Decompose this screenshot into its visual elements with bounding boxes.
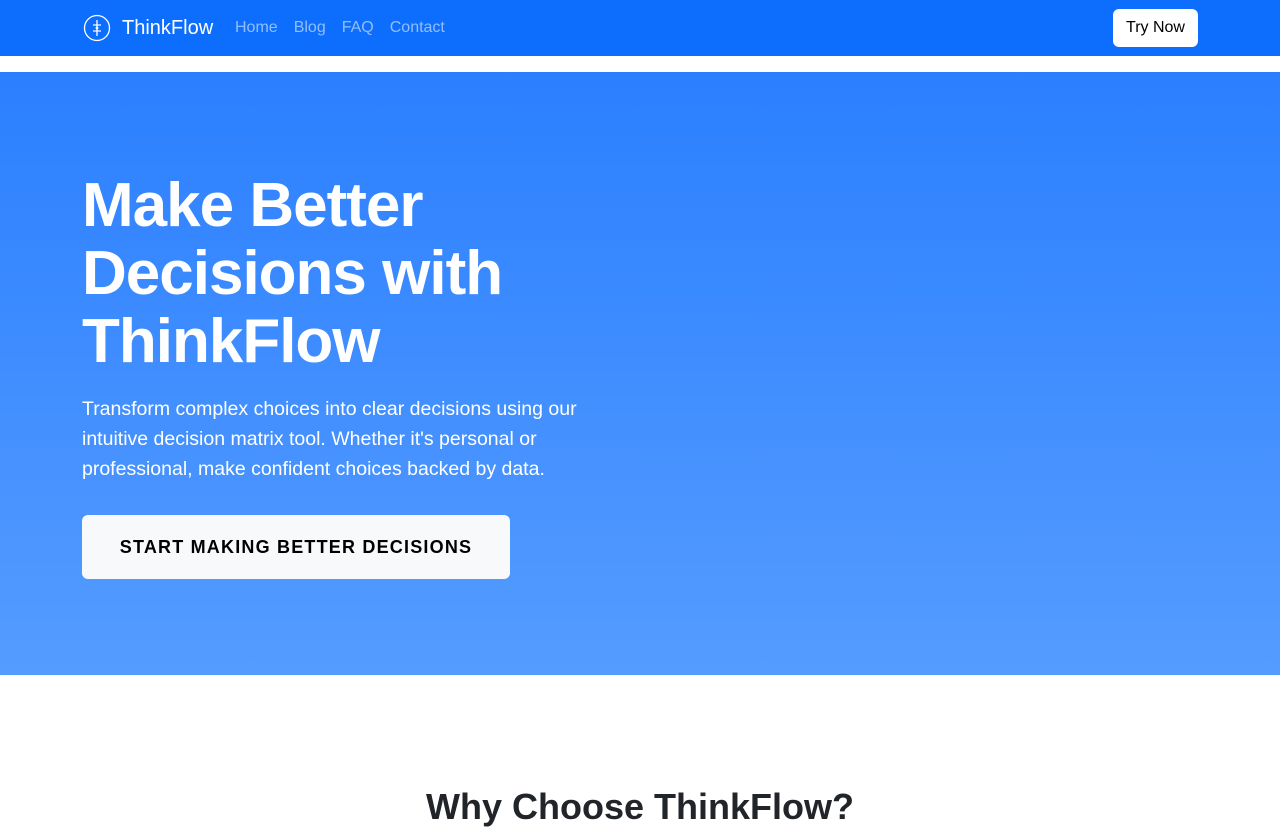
nav-link-faq[interactable]: FAQ: [342, 19, 374, 36]
nav-link-home[interactable]: Home: [235, 19, 278, 36]
start-deciding-button[interactable]: START MAKING BETTER DECISIONS: [82, 515, 510, 579]
brand-link[interactable]: ThinkFlow: [82, 13, 213, 43]
nav-link-blog[interactable]: Blog: [294, 19, 326, 36]
try-now-button[interactable]: Try Now: [1113, 9, 1198, 47]
compass-icon: [83, 14, 111, 42]
features-title: Why Choose ThinkFlow?: [426, 786, 854, 827]
hero-title: Make Better Decisions with ThinkFlow: [82, 171, 503, 376]
hero-description: Transform complex choices into clear dec…: [82, 398, 577, 480]
navbar: ThinkFlow Home Blog FAQ Contact Try Now: [0, 0, 1280, 56]
nav-link-contact[interactable]: Contact: [390, 19, 445, 36]
nav-links: Home Blog FAQ Contact: [235, 18, 461, 38]
hero-section: Make Better Decisions with ThinkFlow Tra…: [0, 72, 1280, 675]
brand-name: ThinkFlow: [122, 17, 214, 39]
